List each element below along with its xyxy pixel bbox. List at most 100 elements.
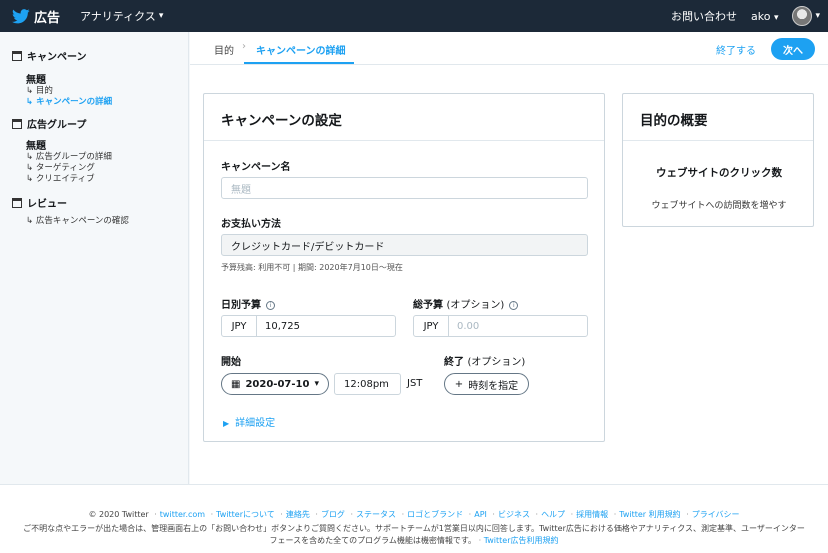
daily-budget-label-text: 日別予算	[221, 300, 261, 311]
sidebar-section-label: キャンペーン	[27, 52, 87, 63]
analytics-menu[interactable]: アナリティクス ▾	[80, 8, 163, 24]
footer-link[interactable]: Twitterについて	[216, 510, 275, 519]
sidebar-item-adgroup-details[interactable]: ↳ 広告グループの詳細	[26, 152, 188, 163]
daily-budget-label: 日別予算 i	[221, 296, 275, 311]
campaign-name-input[interactable]: 無題	[221, 177, 588, 199]
footer-link[interactable]: ブログ	[321, 510, 345, 519]
chevron-right-icon: ›	[242, 41, 246, 52]
finish-link[interactable]: 終了する	[716, 42, 756, 57]
chevron-down-icon: ▾	[815, 11, 820, 21]
set-end-time-label: 時刻を指定	[468, 380, 519, 392]
footer-link[interactable]: ビジネス	[498, 510, 530, 519]
active-step-indicator	[244, 62, 354, 64]
sidebar-adgroup-title: 無題	[26, 141, 46, 152]
summary-title: 目的の概要	[623, 94, 813, 141]
info-icon[interactable]: i	[266, 300, 275, 310]
payment-label: お支払い方法	[221, 219, 281, 230]
sidebar-item-objective[interactable]: ↳ 目的	[26, 86, 188, 97]
sidebar-item-targeting[interactable]: ↳ ターゲティング	[26, 163, 188, 174]
sidebar-item-label: ターゲティング	[35, 163, 95, 173]
step-nav: 目的 › キャンペーンの詳細 終了する 次へ	[190, 32, 828, 65]
timezone-label: JST	[407, 378, 423, 389]
calendar-icon: ▦	[231, 378, 241, 390]
chevron-down-icon: ▾	[158, 11, 164, 21]
sidebar-item-creative[interactable]: ↳ クリエイティブ	[26, 174, 188, 185]
footer-note: ご不明な点やエラーが出た場合は、管理画面右上の「お問い合わせ」ボタンよりご質問く…	[23, 524, 805, 545]
start-time-input[interactable]: 12:08pm	[334, 373, 401, 395]
step-objective[interactable]: 目的	[214, 42, 234, 57]
total-budget-optional: (オプション)	[446, 300, 505, 311]
sidebar-section-label: 広告グループ	[27, 120, 87, 131]
footer: © 2020 Twitter · twitter.com · Twitterについて…	[0, 484, 828, 553]
avatar-menu[interactable]: ▾	[792, 6, 820, 26]
footer-link[interactable]: ロゴとブランド	[407, 510, 463, 519]
footer-link[interactable]: 採用情報	[576, 510, 608, 519]
payment-note: 予算残高: 利用不可 | 期間: 2020年7月10日〜現在	[221, 263, 403, 272]
main-content: 目的 › キャンペーンの詳細 終了する 次へ キャンペーンの設定 キャンペーン名…	[190, 32, 828, 484]
payment-method-field: クレジットカード/デビットカード	[221, 234, 588, 256]
daily-budget-input[interactable]: JPY 10,725	[221, 315, 396, 337]
twitter-bird-icon	[12, 8, 30, 23]
contact-link[interactable]: お問い合わせ	[671, 8, 737, 24]
top-bar: 広告 アナリティクス ▾ お問い合わせ ako ▾ ▾	[0, 0, 828, 32]
daily-budget-value: 10,725	[265, 320, 300, 332]
next-button[interactable]: 次へ	[771, 38, 815, 60]
section-icon	[12, 50, 22, 61]
total-currency: JPY	[414, 316, 449, 336]
total-budget-label-text: 総予算	[413, 300, 443, 311]
sidebar-item-campaign-details[interactable]: ↳ キャンペーンの詳細	[26, 97, 188, 108]
copyright: © 2020 Twitter	[88, 510, 149, 519]
sidebar-item-label: キャンペーンの詳細	[36, 97, 113, 107]
sidebar-item-label: 目的	[35, 86, 53, 96]
daily-currency: JPY	[222, 316, 257, 336]
step-campaign-details[interactable]: キャンペーンの詳細	[256, 42, 346, 57]
campaign-settings-card: キャンペーンの設定 キャンペーン名 無題 お支払い方法 クレジットカード/デビッ…	[203, 93, 605, 442]
sidebar-item-review[interactable]: ↳ 広告キャンペーンの確認	[26, 216, 188, 227]
advanced-settings-toggle[interactable]: ▶ 詳細設定	[223, 414, 275, 429]
advanced-settings-label: 詳細設定	[235, 418, 276, 429]
footer-link[interactable]: 連絡先	[286, 510, 310, 519]
objective-name: ウェブサイトのクリック数	[656, 167, 782, 179]
caret-right-icon: ▶	[223, 419, 230, 428]
sidebar-section-label: レビュー	[27, 199, 67, 210]
footer-links: © 2020 Twitter · twitter.com · Twitterについて…	[88, 510, 740, 519]
user-name: ako	[750, 9, 771, 23]
start-label: 開始	[221, 357, 241, 368]
ads-terms-link[interactable]: Twitter広告利用規約	[484, 536, 559, 545]
sidebar-item-label: 広告グループの詳細	[35, 152, 112, 162]
brand[interactable]: 広告	[12, 7, 60, 26]
plus-icon: +	[454, 378, 464, 390]
footer-link[interactable]: ヘルプ	[541, 510, 565, 519]
end-label-text: 終了	[444, 357, 464, 368]
start-time-value: 12:08pm	[344, 378, 389, 390]
sidebar-item-label: クリエイティブ	[35, 174, 95, 184]
analytics-label: アナリティクス	[80, 10, 156, 23]
start-date-picker[interactable]: ▦ 2020-07-10 ▾	[221, 373, 329, 395]
avatar	[792, 6, 813, 26]
section-icon	[12, 197, 22, 208]
footer-link[interactable]: ステータス	[356, 510, 396, 519]
footer-link[interactable]: API	[474, 510, 487, 519]
section-icon	[12, 118, 22, 129]
sidebar-section-adgroup[interactable]: 広告グループ	[12, 116, 188, 131]
info-icon[interactable]: i	[509, 300, 519, 310]
end-label: 終了 (オプション)	[444, 353, 525, 368]
objective-summary-card: 目的の概要 ウェブサイトのクリック数 ウェブサイトへの訪問数を増やす	[622, 93, 814, 227]
footer-link[interactable]: プライバシー	[692, 510, 740, 519]
footer-link[interactable]: twitter.com	[160, 510, 205, 519]
footer-link[interactable]: Twitter 利用規約	[619, 510, 680, 519]
sidebar-item-label: 広告キャンペーンの確認	[35, 216, 129, 226]
sidebar-section-review[interactable]: レビュー	[12, 195, 188, 210]
campaign-name-placeholder: 無題	[231, 184, 251, 196]
end-optional: (オプション)	[467, 357, 526, 368]
brand-label: 広告	[34, 10, 61, 26]
sidebar-section-campaign[interactable]: キャンペーン	[12, 48, 188, 63]
user-menu[interactable]: ako ▾	[751, 10, 778, 23]
sidebar: キャンペーン 無題 ↳ 目的 ↳ キャンペーンの詳細 広告グループ 無題 ↳ 広…	[0, 32, 189, 484]
set-end-time-button[interactable]: + 時刻を指定	[444, 373, 529, 395]
total-budget-input[interactable]: JPY 0.00	[413, 315, 588, 337]
footer-note-text: ご不明な点やエラーが出た場合は、管理画面右上の「お問い合わせ」ボタンよりご質問く…	[23, 524, 805, 545]
card-title: キャンペーンの設定	[204, 94, 604, 141]
chevron-down-icon: ▾	[314, 379, 319, 389]
chevron-down-icon: ▾	[773, 12, 779, 23]
